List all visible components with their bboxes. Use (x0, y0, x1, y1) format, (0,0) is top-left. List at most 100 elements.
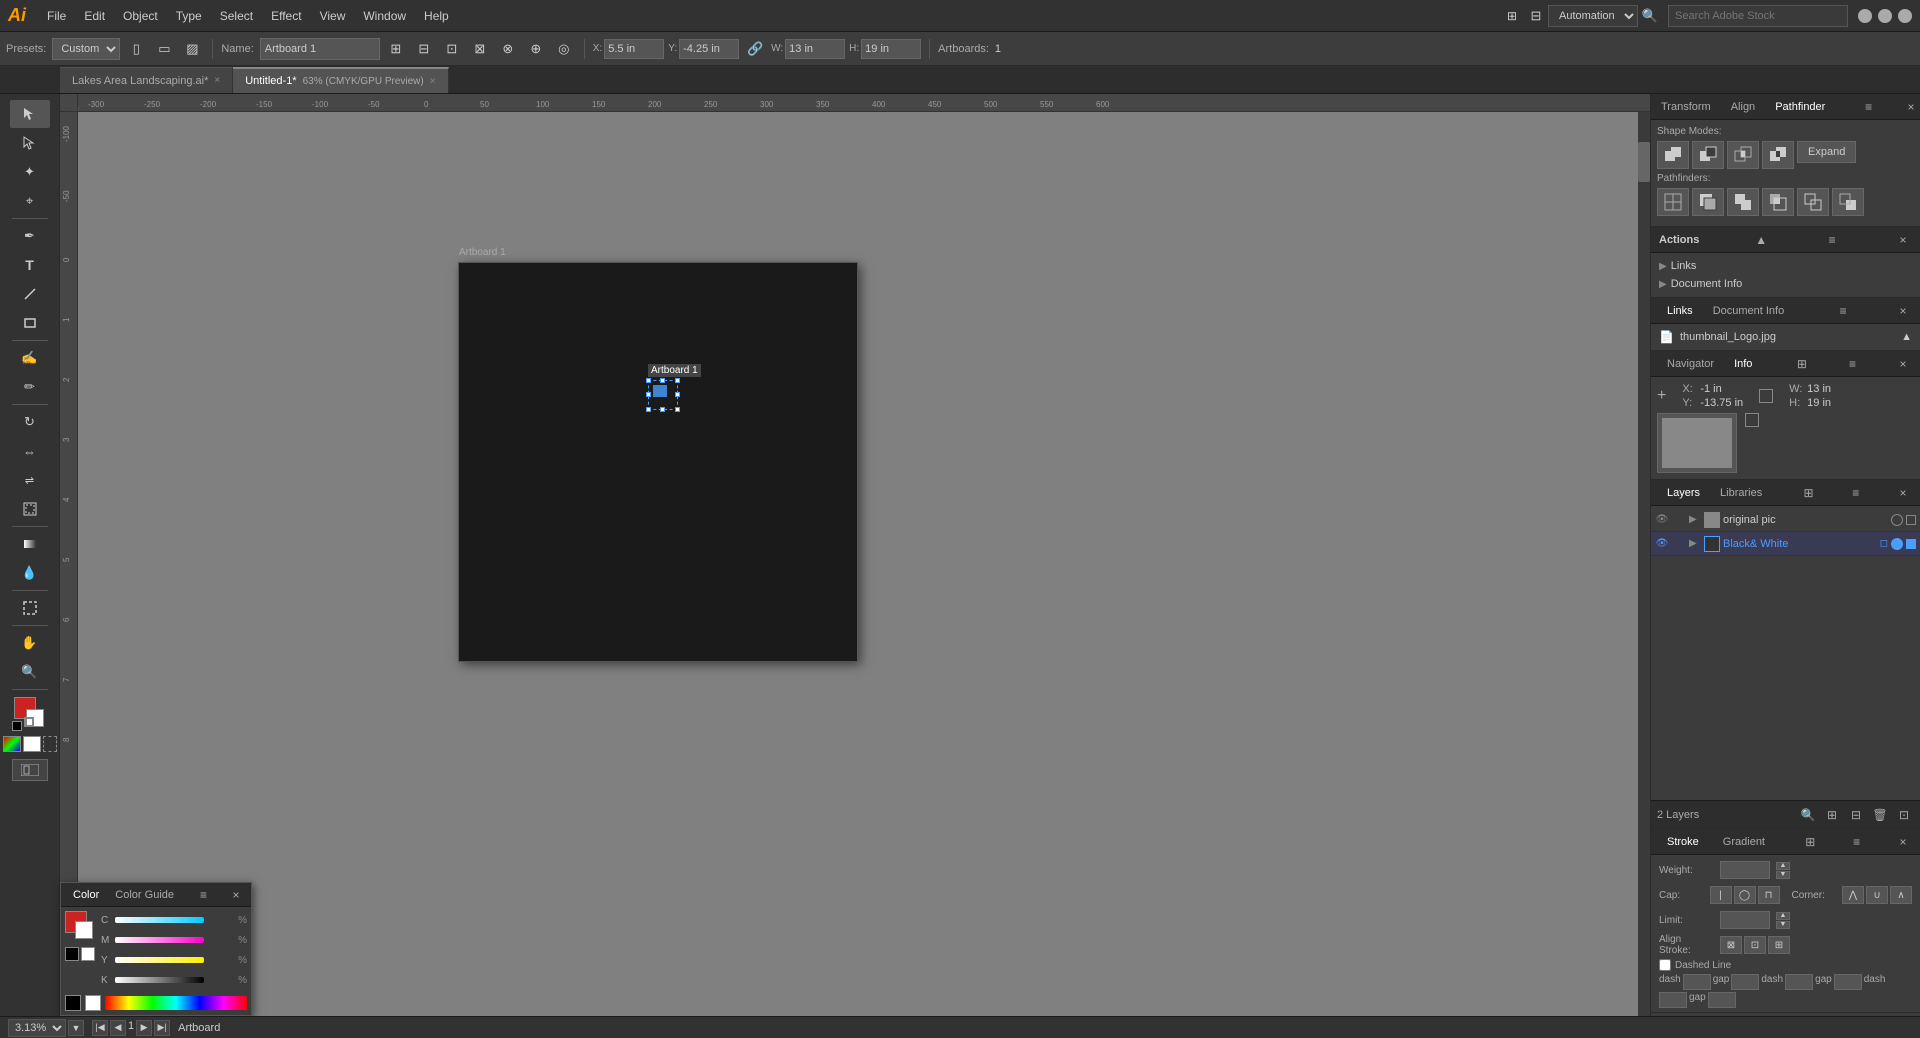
h-input[interactable] (861, 39, 921, 59)
rectangle-tool[interactable] (10, 309, 50, 337)
handle-bl[interactable] (646, 407, 651, 412)
line-tool[interactable] (10, 280, 50, 308)
handle-tr[interactable] (675, 378, 680, 383)
color-menu-btn[interactable]: ≡ (195, 886, 213, 904)
layer-2-select[interactable] (1906, 539, 1916, 549)
weight-input[interactable] (1720, 861, 1770, 879)
presets-select[interactable]: Custom (52, 38, 120, 60)
layer-1-target[interactable] (1891, 514, 1903, 526)
black-color-swatch[interactable] (65, 995, 81, 1011)
dash-1-input[interactable] (1683, 974, 1711, 990)
stroke-close-btn[interactable]: × (1894, 833, 1912, 851)
navigator-tab[interactable]: Navigator (1659, 351, 1722, 377)
lasso-tool[interactable]: ⌖ (10, 187, 50, 215)
maximize-button[interactable] (1878, 9, 1892, 23)
layer-1-visibility[interactable]: 👁 (1655, 513, 1669, 527)
menu-item-file[interactable]: File (38, 0, 75, 32)
delete-layer-btn[interactable]: 🗑 (1870, 805, 1890, 825)
outline-btn[interactable] (1797, 188, 1829, 216)
doc-icon-3[interactable]: ▨ (180, 37, 204, 61)
stroke-menu-btn[interactable]: ≡ (1848, 833, 1866, 851)
selected-object[interactable]: Artboard 1 (648, 380, 678, 410)
align-top-btn[interactable]: ⊗ (496, 37, 520, 61)
pathfinder-close-btn[interactable]: × (1902, 98, 1920, 116)
free-transform-tool[interactable] (10, 495, 50, 523)
layer-1-lock[interactable] (1672, 513, 1686, 527)
stroke-expand-btn[interactable]: ⊞ (1801, 833, 1819, 851)
limit-input[interactable] (1720, 911, 1770, 929)
canvas-content[interactable]: Artboard 1 Artboard 1 (78, 112, 1650, 1038)
automation-select[interactable]: Automation (1548, 5, 1638, 27)
layer-black-white[interactable]: 👁 ▶ Black& White ◻ (1651, 532, 1920, 556)
tab-transform[interactable]: Transform (1651, 94, 1721, 120)
layer-2-visibility[interactable]: 👁 (1655, 537, 1669, 551)
handle-ml[interactable] (646, 392, 651, 397)
dashed-checkbox[interactable] (1659, 959, 1671, 971)
menu-item-help[interactable]: Help (415, 0, 458, 32)
artboard[interactable]: Artboard 1 (458, 262, 858, 662)
y-channel-slider[interactable] (115, 957, 204, 963)
zoom-select[interactable]: 3.13% (8, 1019, 66, 1037)
doc-info-tab[interactable]: Document Info (1705, 298, 1793, 324)
actions-close-btn[interactable]: × (1894, 231, 1912, 249)
eyedropper-tool[interactable]: 💧 (10, 559, 50, 587)
color-tab[interactable]: Color (67, 883, 105, 907)
none-mode-btn[interactable] (43, 736, 57, 752)
default-colors-btn[interactable] (12, 721, 22, 731)
menu-item-window[interactable]: Window (354, 0, 415, 32)
menu-item-object[interactable]: Object (114, 0, 167, 32)
paintbrush-tool[interactable]: ✍ (10, 344, 50, 372)
artboard-tool[interactable] (10, 594, 50, 622)
first-artboard-btn[interactable]: |◀ (92, 1020, 108, 1036)
tab-pathfinder[interactable]: Pathfinder (1765, 94, 1835, 120)
magic-wand-tool[interactable]: ✦ (10, 158, 50, 186)
menu-item-effect[interactable]: Effect (262, 0, 310, 32)
menu-item-view[interactable]: View (311, 0, 355, 32)
libraries-tab[interactable]: Libraries (1712, 480, 1770, 506)
layers-expand-btn[interactable]: ⊞ (1799, 484, 1817, 502)
trim-btn[interactable] (1692, 188, 1724, 216)
links-tab[interactable]: Links (1659, 298, 1701, 324)
links-close-btn[interactable]: × (1894, 302, 1912, 320)
m-channel-slider[interactable] (115, 937, 204, 943)
stroke-tab[interactable]: Stroke (1659, 829, 1707, 855)
crop-btn[interactable] (1762, 188, 1794, 216)
zoom-down-btn[interactable]: ▼ (68, 1020, 84, 1036)
menu-item-select[interactable]: Select (211, 0, 262, 32)
divide-btn[interactable] (1657, 188, 1689, 216)
align-outside-stroke-btn[interactable]: ⊞ (1768, 936, 1790, 954)
layers-menu-btn[interactable]: ≡ (1847, 484, 1865, 502)
tab-lakes-close[interactable]: × (214, 75, 220, 86)
type-tool[interactable]: T (10, 251, 50, 279)
nav-close-btn[interactable]: × (1894, 355, 1912, 373)
round-join-btn[interactable]: ∪ (1866, 886, 1888, 904)
tab-untitled[interactable]: Untitled-1* 63% (CMYK/GPU Preview) × (233, 67, 448, 93)
expand-button[interactable]: Expand (1797, 141, 1856, 163)
align-right-btn[interactable]: ⊠ (468, 37, 492, 61)
layer-options-btn[interactable]: ⊟ (1846, 805, 1866, 825)
layer-2-expand[interactable]: ▶ (1689, 538, 1701, 549)
links-menu-btn[interactable]: ≡ (1834, 302, 1852, 320)
merge-btn[interactable] (1727, 188, 1759, 216)
direct-selection-tool[interactable] (10, 129, 50, 157)
width-tool[interactable]: ⇌ (10, 466, 50, 494)
x-input[interactable] (604, 39, 664, 59)
align-bottom-btn[interactable]: ◎ (552, 37, 576, 61)
zoom-tool[interactable]: 🔍 (10, 658, 50, 686)
weight-up-btn[interactable]: ▲ (1776, 862, 1790, 870)
c-channel-slider[interactable] (115, 917, 204, 923)
align-vcenter-btn[interactable]: ⊕ (524, 37, 548, 61)
prev-artboard-btn[interactable]: ◀ (110, 1020, 126, 1036)
black-swatch[interactable] (65, 947, 79, 961)
swap-colors-btn[interactable] (24, 717, 34, 727)
y-input[interactable] (679, 39, 739, 59)
bg-swatch[interactable] (75, 921, 93, 939)
gradient-tool[interactable] (10, 530, 50, 558)
handle-tl[interactable] (646, 378, 651, 383)
pen-tool[interactable]: ✒ (10, 222, 50, 250)
dash-3-input[interactable] (1659, 992, 1687, 1008)
tab-untitled-close[interactable]: × (430, 76, 436, 87)
align-icons-group[interactable]: ⊞ (384, 37, 408, 61)
gap-1-input[interactable] (1731, 974, 1759, 990)
weight-down-btn[interactable]: ▼ (1776, 871, 1790, 879)
